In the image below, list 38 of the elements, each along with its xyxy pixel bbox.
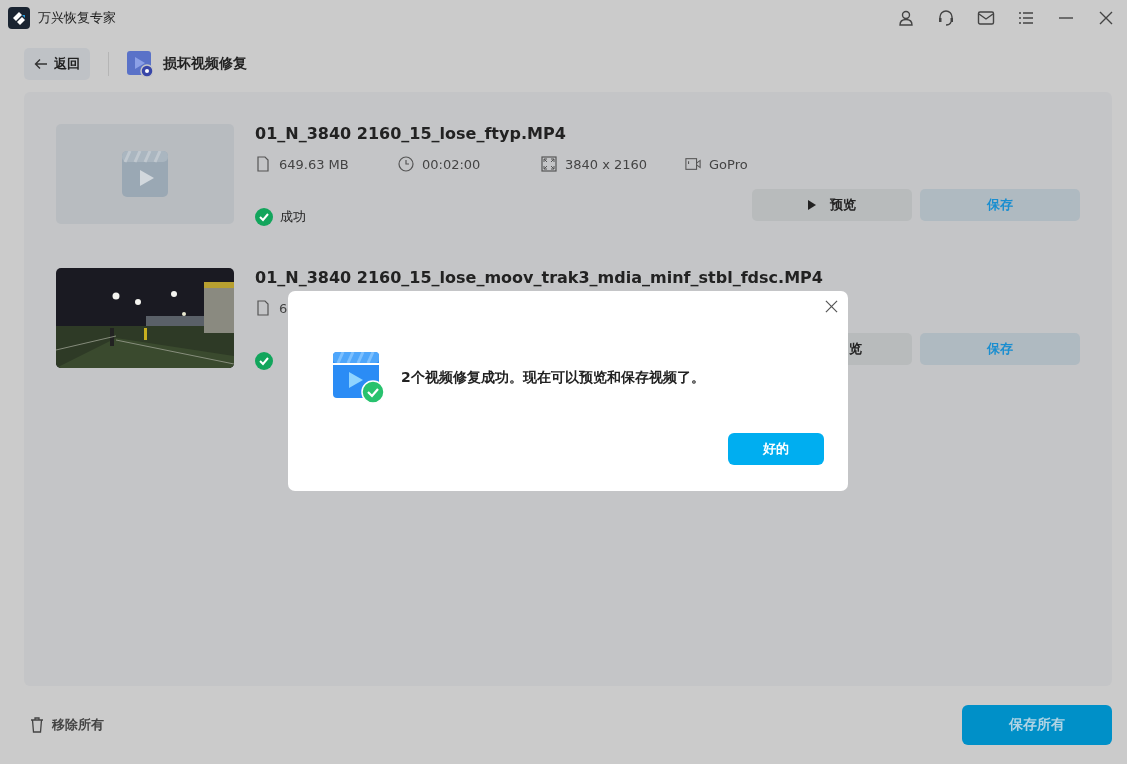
file-size: 649.63 MB: [279, 156, 349, 172]
clock-icon: [398, 156, 414, 172]
camera-model: GoPro: [709, 156, 748, 172]
trash-icon: [30, 717, 44, 733]
file-name: 01_N_3840 2160_15_lose_ftyp.MP4: [255, 124, 567, 143]
file-icon: [255, 156, 271, 172]
headset-icon[interactable]: [937, 9, 955, 27]
video-file-icon: [122, 151, 168, 197]
dialog-message: 2个视频修复成功。现在可以预览和保存视频了。: [401, 369, 705, 387]
save-button[interactable]: 保存: [920, 333, 1080, 365]
video-success-icon: [333, 352, 385, 404]
save-button[interactable]: 保存: [920, 189, 1080, 221]
video-repair-icon: [127, 51, 153, 77]
success-icon: [255, 352, 273, 370]
back-button[interactable]: 返回: [24, 48, 90, 80]
remove-all-button[interactable]: 移除所有: [30, 716, 104, 734]
duration: 00:02:00: [422, 156, 481, 172]
play-icon: [808, 200, 816, 210]
save-all-button[interactable]: 保存所有: [962, 705, 1112, 745]
close-icon[interactable]: [1097, 9, 1115, 27]
status-text: 成功: [280, 208, 306, 226]
close-icon[interactable]: [825, 300, 838, 313]
app-logo-icon: [8, 7, 30, 29]
resolution: 3840 x 2160: [565, 156, 648, 172]
user-icon[interactable]: [897, 9, 915, 27]
window-title: 万兴恢复专家: [38, 9, 116, 27]
preview-button[interactable]: 预览: [752, 189, 912, 221]
arrow-left-icon: [34, 57, 48, 71]
ok-button[interactable]: 好的: [728, 433, 824, 465]
file-name: 01_N_3840 2160_15_lose_moov_trak3_mdia_minf_stbl_fdsc.MP4: [255, 268, 824, 287]
mail-icon[interactable]: [977, 9, 995, 27]
menu-icon[interactable]: [1017, 9, 1035, 27]
file-size: 6: [279, 300, 288, 316]
expand-icon: [541, 156, 557, 172]
camera-icon: [685, 156, 701, 172]
file-icon: [255, 300, 271, 316]
success-icon: [255, 208, 273, 226]
section-title: 损坏视频修复: [163, 55, 247, 73]
